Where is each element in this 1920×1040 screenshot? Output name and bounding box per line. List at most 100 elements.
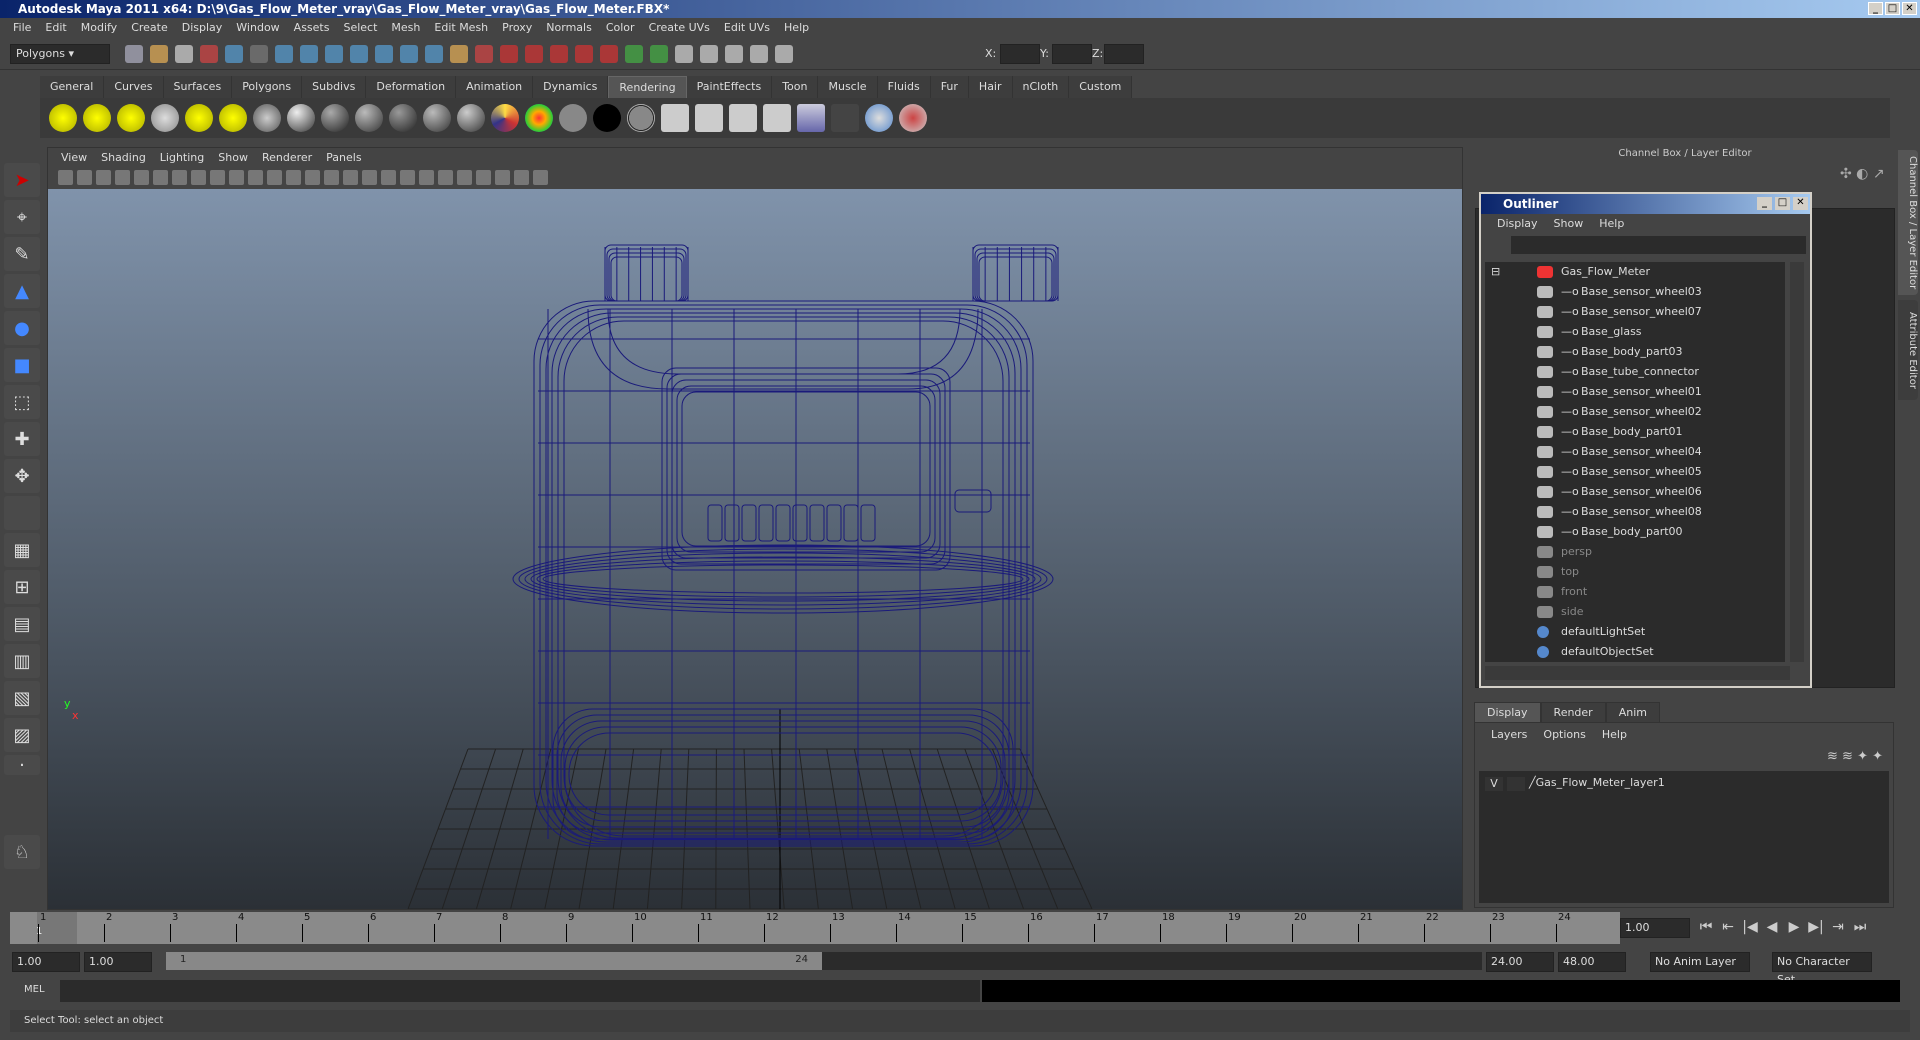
- graph-layout-icon[interactable]: ▥: [4, 644, 40, 678]
- viewport-tool-icon[interactable]: [476, 170, 491, 185]
- menu-select[interactable]: Select: [336, 18, 384, 38]
- viewport-tool-icon[interactable]: [248, 170, 263, 185]
- shelf-render-icon[interactable]: [593, 104, 621, 132]
- outliner-item[interactable]: Base_sensor_wheel01 —o: [1485, 382, 1785, 402]
- layer-type-toggle[interactable]: [1507, 777, 1525, 791]
- status-tool-icon[interactable]: [175, 45, 193, 63]
- viewport-tool-icon[interactable]: [286, 170, 301, 185]
- status-tool-icon[interactable]: [475, 45, 493, 63]
- next-key-icon[interactable]: ▶|: [1805, 919, 1827, 935]
- viewport-tool-icon[interactable]: [400, 170, 415, 185]
- viewport-menu-shading[interactable]: Shading: [94, 148, 153, 167]
- shelf-tab-rendering[interactable]: Rendering: [608, 76, 687, 98]
- menu-assets[interactable]: Assets: [287, 18, 337, 38]
- shelf-render-icon[interactable]: [151, 104, 179, 132]
- minimize-button[interactable]: _: [1868, 2, 1883, 15]
- viewport-menu-lighting[interactable]: Lighting: [153, 148, 211, 167]
- expand-icon[interactable]: ·: [4, 755, 40, 776]
- shelf-tab-fur[interactable]: Fur: [930, 76, 969, 98]
- shelf-render-icon[interactable]: [559, 104, 587, 132]
- status-tool-icon[interactable]: [350, 45, 368, 63]
- anim-layer-dropdown[interactable]: No Anim Layer: [1650, 952, 1750, 972]
- shelf-tab-animation[interactable]: Animation: [456, 76, 534, 98]
- outliner-item[interactable]: Base_sensor_wheel07 —o: [1485, 302, 1785, 322]
- four-pane-layout-icon[interactable]: ⊞: [4, 570, 40, 604]
- menu-display[interactable]: Display: [175, 18, 230, 38]
- outliner-item[interactable]: Base_sensor_wheel05 —o: [1485, 462, 1785, 482]
- layer-menu-layers[interactable]: Layers: [1483, 725, 1535, 743]
- outliner-menu-show[interactable]: Show: [1546, 214, 1592, 234]
- outliner-item[interactable]: Base_sensor_wheel03 —o: [1485, 282, 1785, 302]
- status-tool-icon[interactable]: [700, 45, 718, 63]
- shelf-render-icon[interactable]: [491, 104, 519, 132]
- layer-tab-display[interactable]: Display: [1474, 702, 1541, 723]
- outliner-minimize[interactable]: _: [1757, 197, 1772, 210]
- shelf-render-icon[interactable]: [83, 104, 111, 132]
- outliner-item[interactable]: top: [1485, 562, 1785, 582]
- shelf-render-icon[interactable]: [49, 104, 77, 132]
- viewport-tool-icon[interactable]: [229, 170, 244, 185]
- outliner-item[interactable]: Base_body_part01 —o: [1485, 422, 1785, 442]
- channel-box-vtab[interactable]: Channel Box / Layer Editor: [1898, 150, 1918, 295]
- status-tool-icon[interactable]: [400, 45, 418, 63]
- viewport-tool-icon[interactable]: [305, 170, 320, 185]
- status-tool-icon[interactable]: [625, 45, 643, 63]
- viewport-tool-icon[interactable]: [438, 170, 453, 185]
- current-time-field[interactable]: 1.00: [1620, 918, 1690, 938]
- shelf-render-icon[interactable]: [355, 104, 383, 132]
- shelf-tab-toon[interactable]: Toon: [772, 76, 819, 98]
- status-tool-icon[interactable]: [325, 45, 343, 63]
- viewport-tool-icon[interactable]: [457, 170, 472, 185]
- status-tool-icon[interactable]: [300, 45, 318, 63]
- outliner-item[interactable]: Base_body_part03 —o: [1485, 342, 1785, 362]
- shelf-render-icon[interactable]: [185, 104, 213, 132]
- step-back-icon[interactable]: ⇤: [1717, 919, 1739, 935]
- viewport-tool-icon[interactable]: [58, 170, 73, 185]
- last-tool-icon[interactable]: ✥: [4, 459, 40, 493]
- persp-outliner-layout-icon[interactable]: ▨: [4, 718, 40, 752]
- shelf-tab-curves[interactable]: Curves: [104, 76, 164, 98]
- viewport-menu-view[interactable]: View: [54, 148, 94, 167]
- shelf-tab-hair[interactable]: Hair: [968, 76, 1013, 98]
- viewport-tool-icon[interactable]: [514, 170, 529, 185]
- outliner-close[interactable]: ✕: [1793, 197, 1808, 210]
- viewport-tool-icon[interactable]: [381, 170, 396, 185]
- menu-create-uvs[interactable]: Create UVs: [642, 18, 717, 38]
- start-time-field[interactable]: 1.00: [12, 952, 80, 972]
- outliner-item[interactable]: Base_sensor_wheel06 —o: [1485, 482, 1785, 502]
- outliner-item[interactable]: side: [1485, 602, 1785, 622]
- shelf-tab-deformation[interactable]: Deformation: [366, 76, 457, 98]
- hypershade-layout-icon[interactable]: ▧: [4, 681, 40, 715]
- status-tool-icon[interactable]: [725, 45, 743, 63]
- shelf-render-icon[interactable]: [525, 104, 553, 132]
- move-tool-icon[interactable]: ▲: [4, 274, 40, 308]
- status-tool-icon[interactable]: [250, 45, 268, 63]
- status-tool-icon[interactable]: [450, 45, 468, 63]
- viewport-menu-panels[interactable]: Panels: [319, 148, 368, 167]
- y-field[interactable]: [1052, 44, 1092, 64]
- status-tool-icon[interactable]: [675, 45, 693, 63]
- viewport-tool-icon[interactable]: [362, 170, 377, 185]
- shelf-render-icon[interactable]: [423, 104, 451, 132]
- shelf-render-icon[interactable]: [763, 104, 791, 132]
- shelf-render-icon[interactable]: [457, 104, 485, 132]
- prev-key-icon[interactable]: |◀: [1739, 919, 1761, 935]
- shelf-tab-polygons[interactable]: Polygons: [232, 76, 303, 98]
- go-to-start-icon[interactable]: ⏮: [1695, 919, 1717, 935]
- single-pane-layout-icon[interactable]: ▦: [4, 533, 40, 567]
- shelf-render-icon[interactable]: [899, 104, 927, 132]
- shelf-render-icon[interactable]: [831, 104, 859, 132]
- shelf-tab-fluids[interactable]: Fluids: [877, 76, 931, 98]
- paint-select-icon[interactable]: ✎: [4, 237, 40, 271]
- menu-set-dropdown[interactable]: Polygons ▾: [10, 44, 110, 64]
- shelf-render-icon[interactable]: [661, 104, 689, 132]
- perspective-viewport[interactable]: y x: [48, 189, 1462, 909]
- shelf-tab-painteffects[interactable]: PaintEffects: [686, 76, 773, 98]
- viewport-tool-icon[interactable]: [115, 170, 130, 185]
- outliner-menu-help[interactable]: Help: [1591, 214, 1632, 234]
- step-forward-icon[interactable]: ⇥: [1827, 919, 1849, 935]
- shelf-render-icon[interactable]: [219, 104, 247, 132]
- layer-action-icons[interactable]: ≋ ≋ ✦ ✦: [1827, 749, 1883, 764]
- status-tool-icon[interactable]: [500, 45, 518, 63]
- shelf-render-icon[interactable]: [729, 104, 757, 132]
